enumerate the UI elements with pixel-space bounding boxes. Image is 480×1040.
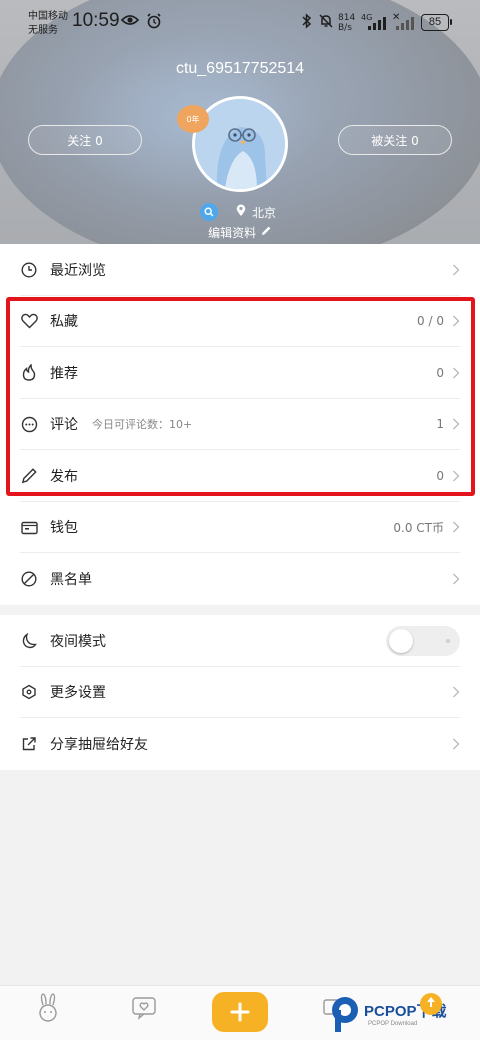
menu-item-label: 私藏	[50, 314, 78, 331]
menu-section-settings: 夜间模式 更多设置 分享抽屉给好友	[0, 615, 480, 770]
tab-favorites[interactable]	[130, 994, 158, 1022]
menu-item-recommend[interactable]: 推荐 0	[0, 347, 480, 399]
pcpop-logo-icon	[332, 997, 358, 1032]
flame-icon	[20, 364, 38, 382]
menu-item-value: 0 / 0	[417, 314, 444, 329]
menu-item-label: 评论	[50, 417, 78, 434]
pencil-icon	[260, 226, 272, 240]
menu-item-recent[interactable]: 最近浏览	[0, 244, 480, 296]
moon-icon	[20, 632, 38, 650]
battery-indicator: 85	[421, 14, 452, 31]
plus-icon	[230, 1002, 250, 1022]
menu-item-wallet[interactable]: 钱包 0.0 CT币	[0, 502, 480, 553]
tab-home[interactable]	[34, 993, 62, 1022]
edit-profile-link[interactable]: 编辑资料	[0, 224, 480, 241]
eye-icon	[120, 13, 140, 31]
heart-icon	[20, 312, 38, 330]
profile-username: ctu_69517752514	[175, 60, 305, 77]
menu-item-value: 0.0 CT币	[393, 520, 444, 535]
net-speed-value: 814	[338, 13, 356, 23]
menu-item-more-settings[interactable]: 更多设置	[0, 667, 480, 718]
chevron-right-icon	[453, 418, 460, 430]
net-speed-unit: B/s	[338, 23, 352, 33]
carrier-name: 中国移动	[28, 11, 68, 22]
follow-button[interactable]: 关注 0	[28, 125, 142, 155]
status-bar: 中国移动 无服务 10:59 814 B/s 4G ✕ 85	[0, 0, 480, 44]
mute-bell-icon	[318, 13, 334, 33]
share-icon	[20, 735, 38, 753]
menu-item-label: 更多设置	[50, 685, 106, 702]
menu-item-value: 0	[436, 468, 444, 483]
menu-item-share[interactable]: 分享抽屉给好友	[0, 718, 480, 770]
location-row: 北京	[200, 203, 276, 221]
watermark-sub: PCPOP Download	[368, 1021, 418, 1027]
rabbit-icon	[39, 993, 57, 1022]
night-mode-toggle[interactable]	[386, 625, 460, 656]
profile-tab-badge-icon[interactable]	[420, 993, 442, 1015]
menu-item-label: 黑名单	[50, 571, 92, 588]
menu-item-favorites[interactable]: 私藏 0 / 0	[0, 296, 480, 347]
toggle-knob	[389, 628, 413, 653]
signal-bars-2-icon	[396, 16, 414, 30]
carrier-info: 中国移动 无服务	[28, 10, 68, 38]
signal-bars-icon	[368, 16, 386, 30]
comment-bubble-icon	[20, 415, 38, 433]
location-pin-icon	[236, 204, 246, 220]
chevron-right-icon	[453, 315, 460, 327]
menu-item-label: 最近浏览	[50, 262, 106, 279]
chevron-right-icon	[453, 738, 460, 750]
menu-section-main: 最近浏览 私藏 0 / 0 推荐 0 评论 今日可评论数：10+ 1 发布 0 …	[0, 244, 480, 605]
alarm-icon	[146, 13, 162, 33]
age-badge: 0年	[177, 105, 209, 133]
menu-item-comments[interactable]: 评论 今日可评论数：10+ 1	[0, 399, 480, 450]
add-post-button[interactable]	[212, 992, 268, 1032]
search-icon[interactable]	[200, 203, 218, 221]
menu-item-value: 1	[436, 417, 444, 432]
toggle-off-dot	[446, 638, 450, 643]
status-time: 10:59	[72, 10, 120, 31]
bird-avatar-icon	[195, 99, 285, 189]
pen-icon	[20, 467, 38, 485]
location-text: 北京	[252, 205, 277, 220]
wallet-icon	[20, 518, 38, 536]
menu-item-night-mode: 夜间模式	[0, 615, 480, 667]
chevron-right-icon	[453, 686, 460, 698]
menu-item-label: 钱包	[50, 520, 78, 537]
menu-item-value: 0	[436, 365, 444, 380]
menu-item-blacklist[interactable]: 黑名单	[0, 553, 480, 605]
menu-item-label: 分享抽屉给好友	[50, 736, 148, 753]
menu-item-label: 推荐	[50, 365, 78, 382]
followers-button[interactable]: 被关注 0	[338, 125, 452, 155]
bluetooth-icon	[302, 13, 312, 33]
chevron-right-icon	[453, 367, 460, 379]
menu-item-label: 发布	[50, 468, 78, 485]
carrier-service: 无服务	[28, 25, 58, 36]
chevron-right-icon	[453, 521, 460, 533]
net-speed: 814 B/s	[338, 13, 355, 33]
hexagon-settings-icon	[20, 683, 38, 701]
menu-item-label: 夜间模式	[50, 633, 106, 650]
chevron-right-icon	[453, 470, 460, 482]
chevron-right-icon	[453, 264, 460, 276]
profile-header: 中国移动 无服务 10:59 814 B/s 4G ✕ 85 ctu_69517…	[0, 0, 480, 244]
heart-chat-icon	[132, 997, 156, 1020]
block-icon	[20, 570, 38, 588]
clock-icon	[20, 261, 38, 279]
chevron-right-icon	[453, 573, 460, 585]
menu-item-publish[interactable]: 发布 0	[0, 450, 480, 502]
comment-quota-text: 今日可评论数：10+	[92, 418, 193, 432]
edit-profile-label: 编辑资料	[208, 226, 257, 240]
